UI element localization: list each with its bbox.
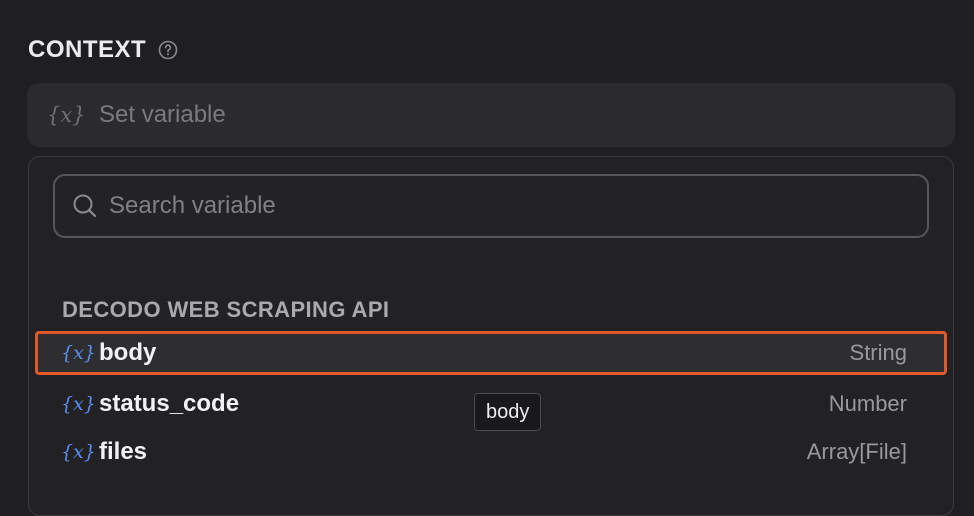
variable-type: Array[File] [806,439,907,464]
set-variable-field[interactable]: {x} Set variable [27,83,955,147]
search-box[interactable] [53,174,929,238]
variable-icon: {x} [61,441,96,463]
variable-name: body [99,339,157,366]
tooltip: body [474,393,542,431]
variable-row-body[interactable]: {x} body String [35,331,947,375]
search-input[interactable] [107,191,871,221]
search-icon [71,192,99,220]
context-section-header: CONTEXT [28,36,178,64]
variable-name: files [99,438,148,465]
variable-dropdown: DECODO WEB SCRAPING API {x} body String … [28,156,954,516]
variable-icon: {x} [47,103,86,127]
set-variable-label: Set variable [99,101,226,128]
question-circle-icon[interactable] [158,40,178,60]
section-title: CONTEXT [28,36,147,63]
variable-name: status_code [99,390,240,417]
group-label: DECODO WEB SCRAPING API [62,297,390,322]
variable-type: Number [828,391,907,416]
variable-icon: {x} [61,393,96,415]
variable-row-files[interactable]: {x} files Array[File] [35,430,947,474]
variable-type: String [849,340,907,365]
variable-icon: {x} [61,342,96,364]
